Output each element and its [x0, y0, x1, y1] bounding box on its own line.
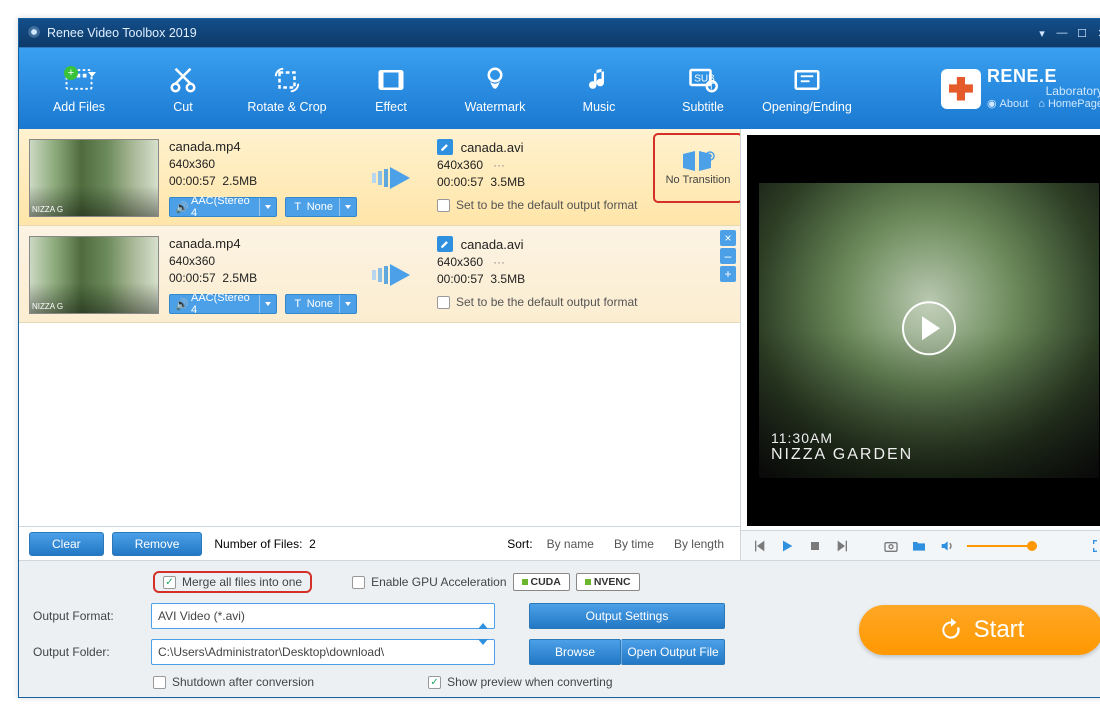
refresh-icon [938, 617, 964, 643]
src-resolution: 640x360 [169, 254, 357, 268]
preview-play-icon[interactable] [902, 301, 956, 355]
gpu-label: Enable GPU Acceleration [371, 575, 506, 589]
preview-title-text: NIZZA GARDEN [771, 446, 1087, 464]
open-folder-icon[interactable] [911, 538, 927, 554]
prev-track-icon[interactable] [751, 538, 767, 554]
src-filename: canada.mp4 [169, 236, 357, 251]
row-close-icon[interactable]: × [720, 230, 736, 246]
row-minus-icon[interactable]: – [720, 248, 736, 264]
bottom-panel: Merge all files into one Enable GPU Acce… [19, 560, 1100, 697]
volume-icon[interactable] [939, 538, 955, 554]
merge-checkbox[interactable] [163, 576, 176, 589]
transition-button[interactable]: No Transition [653, 133, 741, 203]
clear-button[interactable]: Clear [29, 532, 104, 556]
src-resolution: 640x360 [169, 157, 357, 171]
music-button[interactable]: Music [547, 48, 651, 129]
app-icon [27, 25, 41, 42]
file-thumbnail: NIZZA G [29, 236, 159, 314]
file-list-column: NIZZA G canada.mp4 640x360 00:00:57 2.5M… [19, 129, 741, 560]
dst-duration-size: 00:00:57 3.5MB [437, 272, 730, 286]
preview-column: 11:30AM NIZZA GARDEN [741, 129, 1100, 560]
snapshot-icon[interactable] [883, 538, 899, 554]
cut-button[interactable]: Cut [131, 48, 235, 129]
default-format-checkbox[interactable] [437, 296, 450, 309]
sort-by-time[interactable]: By time [608, 537, 660, 551]
homepage-link[interactable]: ⌂ HomePage [1038, 99, 1100, 110]
preview-controls [741, 530, 1100, 560]
watermark-button[interactable]: Watermark [443, 48, 547, 129]
open-output-button[interactable]: Open Output File [621, 639, 725, 665]
default-format-label: Set to be the default output format [456, 295, 637, 309]
play-icon[interactable] [779, 538, 795, 554]
default-format-checkbox[interactable] [437, 199, 450, 212]
app-window: Renee Video Toolbox 2019 ▾ — ☐ ✕ + Add F… [18, 18, 1100, 698]
gpu-checkbox[interactable] [352, 576, 365, 589]
subtitle-select[interactable]: TNone [285, 197, 357, 217]
arrow-icon [367, 236, 427, 314]
sort-label: Sort: [507, 537, 532, 551]
src-duration-size: 00:00:57 2.5MB [169, 174, 357, 188]
browse-button[interactable]: Browse [529, 639, 621, 665]
cuda-badge[interactable]: CUDA [513, 573, 570, 591]
show-preview-checkbox[interactable] [428, 676, 441, 689]
merge-option[interactable]: Merge all files into one [153, 571, 312, 593]
audio-select[interactable]: 🔊AAC(Stereo 4 [169, 294, 277, 314]
effect-button[interactable]: Effect [339, 48, 443, 129]
volume-slider[interactable] [967, 545, 1079, 547]
edit-icon[interactable] [437, 236, 453, 252]
subtitle-button[interactable]: SUBT Subtitle [651, 48, 755, 129]
brand-logo-icon [941, 69, 981, 109]
file-row[interactable]: NIZZA G canada.mp4 640x360 00:00:57 2.5M… [19, 226, 740, 323]
file-row[interactable]: NIZZA G canada.mp4 640x360 00:00:57 2.5M… [19, 129, 740, 226]
show-preview-label: Show preview when converting [447, 675, 612, 689]
close-button[interactable]: ✕ [1095, 26, 1100, 40]
output-settings-button[interactable]: Output Settings [529, 603, 725, 629]
menu-caret-icon[interactable]: ▾ [1035, 26, 1049, 40]
output-folder-select[interactable]: C:\Users\Administrator\Desktop\download\ [151, 639, 495, 665]
output-format-label: Output Format: [33, 609, 143, 623]
stop-icon[interactable] [807, 538, 823, 554]
preview-time-text: 11:30AM [771, 430, 1087, 446]
shutdown-label: Shutdown after conversion [172, 675, 314, 689]
next-track-icon[interactable] [835, 538, 851, 554]
file-thumbnail: NIZZA G [29, 139, 159, 217]
edit-icon[interactable] [437, 139, 453, 155]
preview-pane[interactable]: 11:30AM NIZZA GARDEN [747, 135, 1100, 526]
audio-select[interactable]: 🔊AAC(Stereo 4 [169, 197, 277, 217]
add-files-button[interactable]: + Add Files [27, 48, 131, 129]
brand-sub: Laboratory [987, 85, 1100, 97]
shutdown-checkbox[interactable] [153, 676, 166, 689]
merge-label: Merge all files into one [182, 575, 302, 589]
minimize-button[interactable]: — [1055, 26, 1069, 40]
sort-by-length[interactable]: By length [668, 537, 730, 551]
window-title: Renee Video Toolbox 2019 [47, 26, 197, 40]
list-footer-bar: Clear Remove Number of Files: 2 Sort: By… [19, 526, 740, 560]
about-link[interactable]: ◉ About [987, 99, 1028, 110]
remove-button[interactable]: Remove [112, 532, 203, 556]
main-toolbar: + Add Files Cut Rotate & Crop Effect Wat… [19, 47, 1100, 129]
default-format-label: Set to be the default output format [456, 198, 637, 212]
title-bar: Renee Video Toolbox 2019 ▾ — ☐ ✕ [19, 19, 1100, 47]
start-button[interactable]: Start [859, 605, 1100, 655]
file-count-label: Number of Files: 2 [214, 537, 315, 551]
brand-name: RENE.E [987, 67, 1100, 85]
maximize-button[interactable]: ☐ [1075, 26, 1089, 40]
rotate-crop-button[interactable]: Rotate & Crop [235, 48, 339, 129]
src-duration-size: 00:00:57 2.5MB [169, 271, 357, 285]
arrow-icon [367, 139, 427, 217]
nvenc-badge[interactable]: NVENC [576, 573, 640, 591]
dst-filename: canada.avi [437, 236, 730, 252]
dst-resolution: 640x360 ··· [437, 255, 730, 269]
subtitle-select[interactable]: TNone [285, 294, 357, 314]
output-format-select[interactable]: AVI Video (*.avi) [151, 603, 495, 629]
brand-block: RENE.E Laboratory ◉ About ⌂ HomePage [941, 67, 1100, 110]
output-folder-label: Output Folder: [33, 645, 143, 659]
svg-text:T: T [709, 81, 715, 91]
row-plus-icon[interactable]: + [720, 266, 736, 282]
opening-ending-button[interactable]: Opening/Ending [755, 48, 859, 129]
fullscreen-icon[interactable] [1091, 538, 1100, 554]
sort-by-name[interactable]: By name [541, 537, 600, 551]
src-filename: canada.mp4 [169, 139, 357, 154]
